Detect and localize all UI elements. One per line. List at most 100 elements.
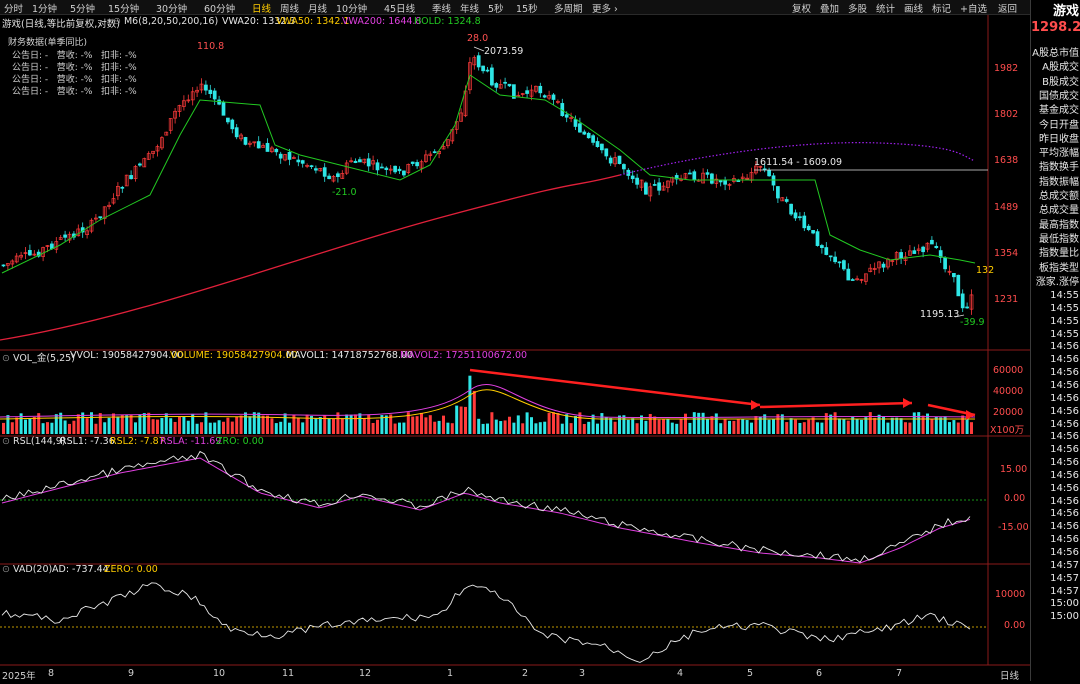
period-tab[interactable]: 15秒 [516, 1, 538, 15]
period-tab[interactable]: 60分钟 [204, 1, 235, 15]
settings-icon[interactable]: ⊙ [2, 436, 13, 447]
volume-bar [345, 414, 349, 434]
toolbar-button[interactable]: +自选 [960, 1, 987, 15]
volume-bar [24, 419, 27, 434]
volume-bar [450, 423, 454, 434]
tick-time: 14:56 [1050, 444, 1079, 456]
volume-bar [811, 417, 815, 434]
candle-body [212, 90, 217, 100]
volume-bar [618, 415, 621, 434]
info-item[interactable]: B股成交 [1031, 73, 1080, 88]
chart-area[interactable]: 游戏(日线,等比前复权,对数) ⊙ M6(8,20,50,200,16) VWA… [0, 15, 1030, 682]
period-tab[interactable]: 季线 [432, 1, 451, 15]
info-item[interactable]: 板指类型 [1031, 259, 1080, 274]
volume-bar [582, 423, 586, 434]
volume-bar [279, 421, 283, 434]
info-item[interactable]: 指数换手 [1031, 158, 1080, 173]
info-item[interactable]: 昨日收盘 [1031, 130, 1080, 145]
candle-body [415, 162, 419, 167]
period-tab[interactable]: 10分钟 [336, 1, 367, 15]
period-tab[interactable]: 分时 [4, 1, 23, 15]
zero-value: ZERO: 0.00 [104, 564, 158, 575]
info-item[interactable]: A股成交 [1031, 58, 1080, 73]
volume-bar [129, 414, 133, 434]
candle-body [358, 159, 362, 163]
period-tab[interactable]: 30分钟 [156, 1, 187, 15]
rsl-legend-text: RSL(144,9) [12, 436, 66, 447]
toolbar-button[interactable]: 统计 [876, 1, 895, 15]
settings-icon[interactable]: ⊙ [2, 564, 13, 575]
tick-time: 14:56 [1050, 482, 1079, 494]
info-item[interactable]: 今日开盘 [1031, 116, 1080, 131]
volume-bar [684, 413, 687, 434]
info-item[interactable]: 最高指数 [1031, 216, 1080, 231]
period-tab[interactable]: 多周期 [554, 1, 583, 15]
volume-bar [384, 415, 388, 434]
candle-body [705, 172, 710, 175]
volume-bar [556, 413, 560, 434]
volume-bar [626, 419, 630, 434]
vol-axis-label: 20000 [993, 407, 1024, 418]
tick-time: 14:55 [1050, 315, 1079, 327]
period-tab[interactable]: 1分钟 [32, 1, 57, 15]
info-item[interactable]: 总成交额 [1031, 187, 1080, 202]
time-axis-label: 6 [816, 668, 823, 679]
volume-bar [327, 418, 331, 434]
tick-time: 14:56 [1050, 392, 1079, 404]
period-tab[interactable]: 5分钟 [70, 1, 95, 15]
period-tab[interactable]: 月线 [308, 1, 327, 15]
candle-body [930, 239, 934, 245]
info-item[interactable]: A股总市值 [1031, 44, 1080, 59]
toolbar-button[interactable]: 标记 [932, 1, 951, 15]
volume-bar [151, 419, 155, 434]
candle-body [912, 250, 917, 254]
info-item[interactable]: 总成交量 [1031, 201, 1080, 216]
rsl-axis-label: 15.00 [1000, 464, 1028, 475]
rsla-line [1, 457, 971, 564]
volume-bar [772, 418, 775, 434]
period-tab[interactable]: 15分钟 [108, 1, 139, 15]
candle-body [287, 152, 292, 160]
info-item[interactable]: 涨家.涨停 [1031, 273, 1080, 288]
vad-line [1, 582, 971, 663]
candle-body [828, 255, 833, 258]
toolbar-button[interactable]: 多股 [848, 1, 867, 15]
info-item[interactable]: 平均涨幅 [1031, 144, 1080, 159]
settings-icon[interactable]: ⊙ [113, 16, 124, 27]
candle-body [824, 247, 829, 255]
info-item[interactable]: 指数振幅 [1031, 173, 1080, 188]
candle-body [850, 279, 855, 281]
financial-row: 公告日: - 营收: -% 扣非: -% [12, 87, 137, 97]
period-tab[interactable]: 更多 › [592, 1, 618, 15]
candle-body [820, 245, 824, 249]
info-item[interactable]: 基金成交 [1031, 101, 1080, 116]
vad-axis-label: 0.00 [1004, 620, 1026, 631]
candle-body [314, 168, 318, 171]
price-axis-label: 1982 [994, 63, 1019, 74]
period-tab[interactable]: 5秒 [488, 1, 504, 15]
settings-icon[interactable]: ⊙ [2, 353, 13, 364]
candle-body [688, 172, 692, 175]
kline-chart-svg[interactable] [0, 15, 1030, 681]
volume-bar [283, 413, 287, 434]
info-item[interactable]: 指数量比 [1031, 244, 1080, 259]
toolbar-button[interactable]: 叠加 [820, 1, 839, 15]
info-item[interactable]: 国债成交 [1031, 87, 1080, 102]
candle-body [789, 203, 793, 215]
period-tab[interactable]: 年线 [460, 1, 479, 15]
volume-bar [543, 421, 547, 434]
period-tab[interactable]: 周线 [280, 1, 299, 15]
info-item[interactable]: 最低指数 [1031, 230, 1080, 245]
volume-bar [239, 415, 243, 434]
candle-body [943, 257, 947, 270]
volume-bar [371, 422, 375, 434]
vad-axis-label: 10000 [995, 589, 1026, 600]
period-tab[interactable]: 45日线 [384, 1, 415, 15]
volume-bar [789, 418, 793, 434]
toolbar-button[interactable]: 画线 [904, 1, 923, 15]
toolbar-button[interactable]: 返回 [998, 1, 1017, 15]
volume-bar [98, 413, 102, 434]
candle-body [692, 171, 697, 181]
period-tab[interactable]: 日线 [252, 1, 271, 15]
toolbar-button[interactable]: 复权 [792, 1, 811, 15]
